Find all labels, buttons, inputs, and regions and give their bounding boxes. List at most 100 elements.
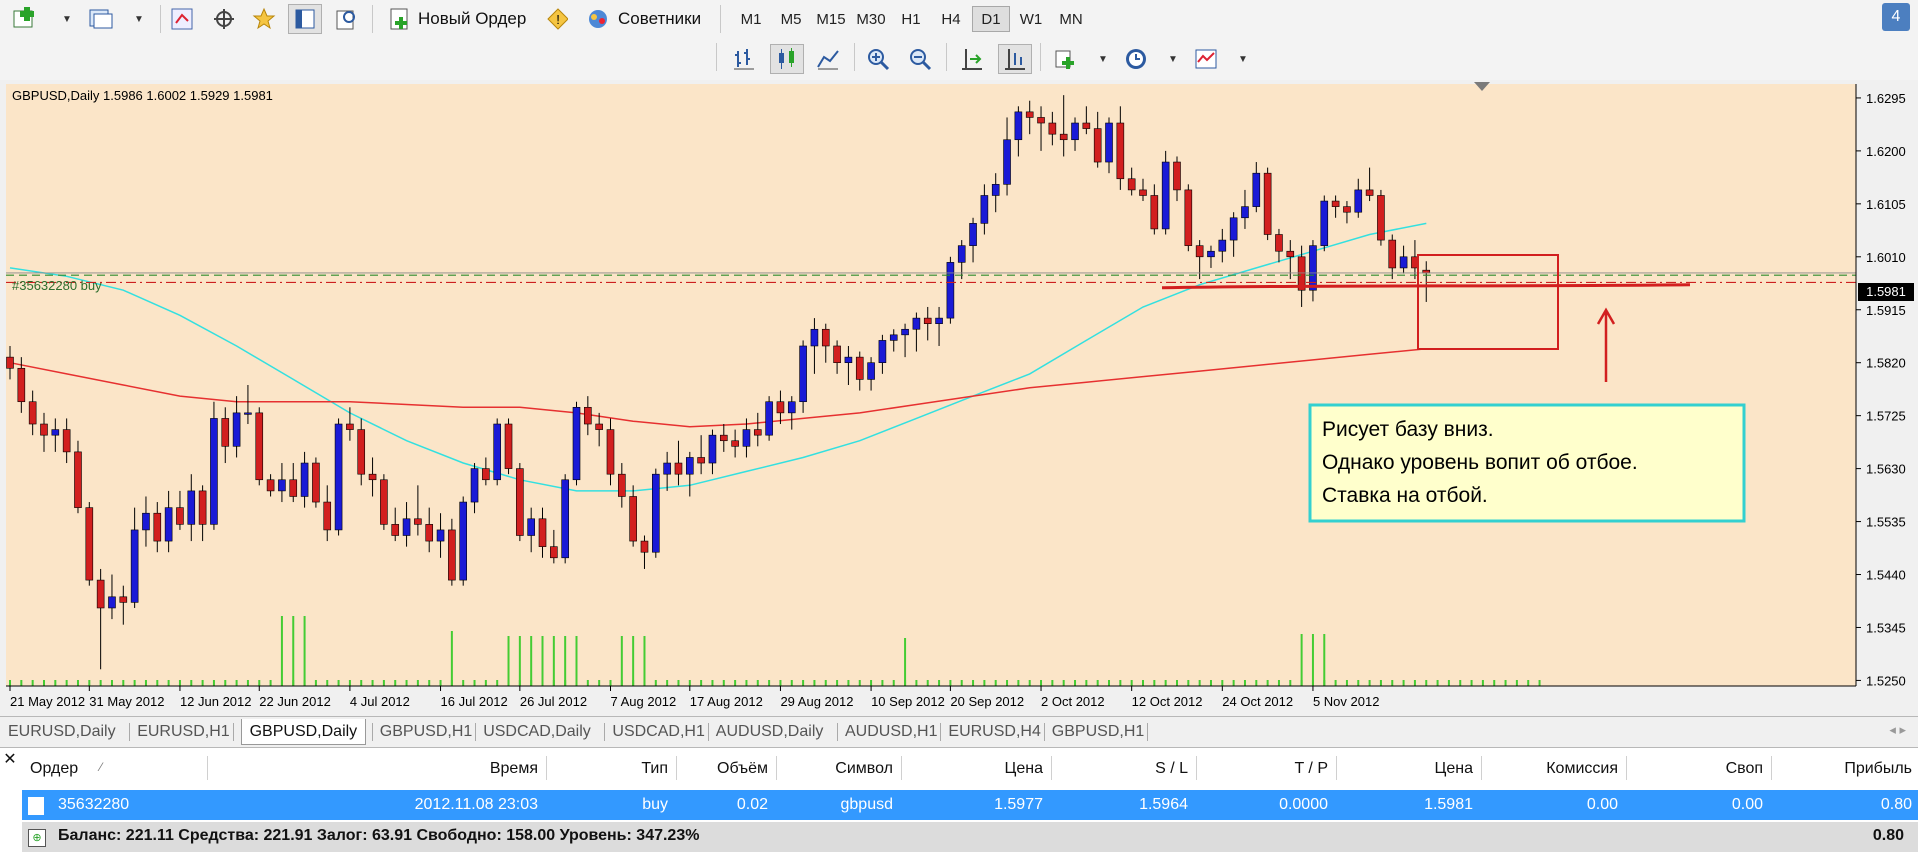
chart-tab[interactable]: GBPUSD,H1 — [380, 719, 472, 745]
zoom-out-button[interactable] — [904, 44, 938, 74]
timeframe-m1[interactable]: M1 — [732, 6, 770, 32]
tab-separator — [837, 723, 838, 741]
balance-row: ⊕ Баланс: 221.11 Средства: 221.91 Залог:… — [22, 822, 1918, 852]
tab-separator — [475, 723, 477, 741]
terminal-header: Ордер Время Тип Объём Символ Цена S / L T / P Це… — [22, 748, 1918, 788]
table-row[interactable]: 35632280 2012.11.08 23:03 buy 0.02 gbpusd 1.5… — [22, 790, 1918, 820]
timeframe-m30[interactable]: M30 — [852, 6, 890, 32]
chart-tab[interactable]: GBPUSD,Daily — [240, 719, 367, 745]
candle — [255, 407, 264, 486]
autotrading-alert-button[interactable]: ! — [542, 4, 572, 34]
balance-summary: Баланс: 221.11 Средства: 221.91 Залог: 6… — [58, 827, 700, 844]
column-separator — [1336, 756, 1337, 780]
zoom-out-icon — [910, 49, 932, 71]
timeframe-m15[interactable]: M15 — [812, 6, 850, 32]
candle — [380, 474, 388, 530]
timeframe-h1[interactable]: H1 — [892, 6, 930, 32]
candle — [493, 418, 501, 486]
zoom-in-button[interactable] — [862, 44, 896, 74]
timeframe-w1[interactable]: W1 — [1012, 6, 1050, 32]
column-header[interactable]: Объём — [717, 756, 768, 782]
price-tick-label: 1.5820 — [1866, 356, 1906, 371]
candle — [334, 418, 343, 536]
periods-dropdown[interactable]: ▼ — [1164, 44, 1180, 74]
chart-tab[interactable]: AUDUSD,H1 — [845, 719, 937, 745]
bar-chart-button[interactable] — [728, 44, 762, 74]
chart-tab[interactable]: USDCAD,Daily — [483, 719, 591, 745]
autoscroll-button[interactable] — [956, 44, 990, 74]
favorites-button[interactable] — [248, 4, 282, 34]
notification-badge[interactable]: 4 — [1882, 3, 1910, 31]
tab-separator — [232, 723, 234, 741]
table-cell: 0.0000 — [1279, 796, 1328, 813]
close-icon[interactable]: ✕ — [2, 752, 18, 768]
column-header[interactable]: Тип — [641, 756, 668, 782]
chart-tab[interactable]: GBPUSD,H1 — [1052, 719, 1144, 745]
price-chart[interactable]: 1.6295 1.6200 1.6105 1.6010 1.5915 1.5820 1.57… — [0, 80, 1918, 716]
tester-button[interactable] — [330, 4, 364, 34]
candle — [572, 401, 581, 486]
column-header[interactable]: T / P — [1295, 756, 1329, 782]
tab-separator — [940, 723, 942, 741]
column-separator — [207, 756, 208, 780]
templates-dropdown[interactable]: ▼ — [1234, 44, 1250, 74]
candle — [561, 474, 569, 564]
chart-area[interactable]: 1.6295 1.6200 1.6105 1.6010 1.5915 1.5820 1.57… — [0, 80, 1918, 716]
new-chart-button[interactable] — [8, 4, 48, 34]
price-tick-label: 1.6295 — [1866, 91, 1906, 106]
column-separator — [546, 756, 547, 780]
chart-tab[interactable]: AUDUSD,Daily — [716, 719, 824, 745]
chart-tab[interactable]: USDCAD,H1 — [612, 719, 704, 745]
column-header[interactable]: Своп — [1726, 756, 1763, 782]
column-header[interactable]: Символ — [835, 756, 893, 782]
indicators-dropdown[interactable]: ▼ — [1094, 44, 1110, 74]
chart-tab[interactable]: EURUSD,Daily — [8, 719, 116, 745]
crosshair-button[interactable] — [208, 4, 242, 34]
expert-advisors-button[interactable]: Советники — [582, 4, 712, 34]
current-price-tag: 1.5981 — [1858, 283, 1914, 301]
column-header[interactable]: Цена — [1005, 756, 1043, 782]
periods-button[interactable] — [1120, 44, 1154, 74]
time-tick-label: 4 Jul 2012 — [350, 694, 410, 709]
price-tick-label: 1.5345 — [1866, 620, 1906, 635]
profiles-dropdown[interactable]: ▼ — [130, 4, 146, 34]
candle — [1263, 167, 1272, 241]
balance-icon: ⊕ — [28, 829, 46, 847]
indicators-button[interactable] — [1050, 44, 1084, 74]
column-header[interactable]: Время — [490, 756, 538, 782]
order-icon — [28, 797, 44, 815]
timeframe-m5[interactable]: M5 — [772, 6, 810, 32]
market-watch-button[interactable] — [166, 4, 200, 34]
time-tick-label: 7 Aug 2012 — [610, 694, 676, 709]
column-header[interactable]: S / L — [1155, 756, 1188, 782]
candle — [459, 496, 468, 586]
timeframe-h4[interactable]: H4 — [932, 6, 970, 32]
table-cell: 2012.11.08 23:03 — [414, 796, 538, 813]
profiles-icon — [89, 9, 113, 29]
price-tick-label: 1.5250 — [1866, 673, 1906, 688]
column-header[interactable]: Комиссия — [1546, 756, 1618, 782]
chart-shift-button[interactable] — [998, 44, 1032, 74]
column-header[interactable]: Прибыль — [1844, 756, 1912, 782]
column-header[interactable]: Ордер — [30, 756, 78, 782]
new-chart-dropdown[interactable]: ▼ — [58, 4, 74, 34]
templates-button[interactable] — [1190, 44, 1224, 74]
candlestick-button[interactable] — [770, 44, 804, 74]
column-separator — [1626, 756, 1627, 780]
chart-tab[interactable]: EURUSD,H1 — [137, 719, 229, 745]
advisors-icon — [589, 10, 607, 28]
tabs-scroll-arrows[interactable]: ◂ ▸ — [1889, 722, 1906, 738]
new-order-button[interactable]: Новый Ордер — [384, 4, 534, 34]
profiles-button[interactable] — [84, 4, 120, 34]
candle — [312, 457, 320, 508]
timeframe-mn[interactable]: MN — [1052, 6, 1090, 32]
column-header[interactable]: Цена — [1435, 756, 1473, 782]
table-cell: 35632280 — [58, 796, 130, 813]
table-cell: 0.02 — [736, 796, 768, 813]
price-tick-label: 1.6010 — [1866, 250, 1906, 265]
chart-tab[interactable]: EURUSD,H4 — [948, 719, 1040, 745]
line-chart-button[interactable] — [812, 44, 846, 74]
navigator-button[interactable] — [288, 4, 322, 34]
timeframe-d1[interactable]: D1 — [972, 6, 1010, 32]
price-tick-label: 1.5440 — [1866, 568, 1906, 583]
